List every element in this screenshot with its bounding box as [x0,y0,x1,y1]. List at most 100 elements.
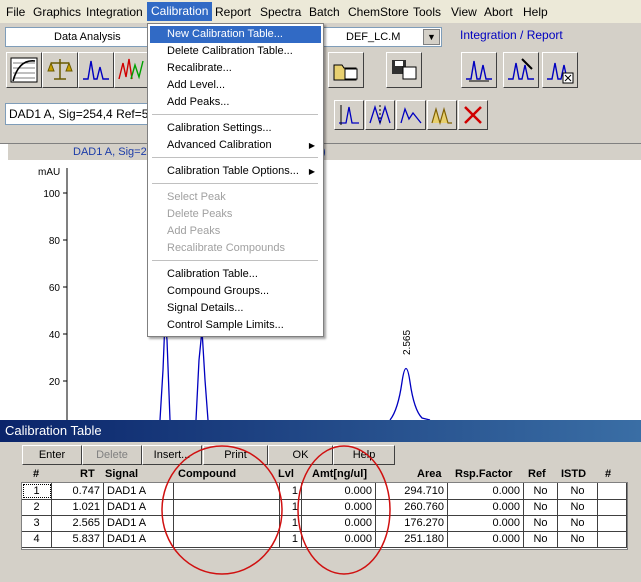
view-combo[interactable]: Data Analysis [5,27,157,47]
menu-separator [152,114,318,116]
chromatogram-svg: 20 40 60 80 100 mAU 2.565 [38,167,431,421]
save-icon [392,60,417,80]
view-combo-value: Data Analysis [54,31,121,43]
load-method-button[interactable] [328,52,364,88]
menu-item-label: Delete Calibration Table... [167,45,293,57]
annotation-overlay [161,445,391,575]
menu-select-peak: Select Peak [150,189,321,206]
menu-item-label: Signal Details... [167,302,244,314]
menu-file[interactable]: File [2,4,29,20]
chromatogram-plot[interactable]: 20 40 60 80 100 mAU 2.565 [10,160,641,421]
delete-integration-button[interactable] [542,52,578,88]
y-axis-unit: mAU [38,167,60,178]
open-folder-icon [333,64,358,81]
menu-calibration-settings[interactable]: Calibration Settings... [150,120,321,137]
menu-bar: File Graphics Integration Calibration Re… [0,0,641,24]
spectra-icon [118,58,144,80]
menu-delete-calibration-table[interactable]: Delete Calibration Table... [150,43,321,60]
spectra-button[interactable] [114,52,150,88]
menu-calibration-table[interactable]: Calibration Table... [150,266,321,283]
area-sum-icon [431,106,452,126]
menu-signal-details[interactable]: Signal Details... [150,300,321,317]
balance-icon [47,59,73,80]
y-tick-label: 60 [49,283,61,294]
calibration-table-title: Calibration Table [0,420,641,442]
y-ticks: 20 40 60 80 100 [43,189,67,388]
peak-baseline-icon [339,105,359,125]
menu-graphics[interactable]: Graphics [29,4,85,20]
menu-control-sample-limits[interactable]: Control Sample Limits... [150,317,321,334]
signal-selector[interactable]: DAD1 A, Sig=254,4 Ref=550 [5,103,158,125]
integration-report-link[interactable]: Integration / Report [460,28,563,42]
auto-integrate-icon [508,58,534,80]
menu-delete-peaks: Delete Peaks [150,206,321,223]
menu-separator [152,157,318,159]
menu-separator [152,183,318,185]
integration-event-button-3[interactable] [396,100,426,130]
method-combo-value: DEF_LC.M [346,31,401,43]
method-combo[interactable]: DEF_LC.M ▼ [323,27,442,47]
y-tick-label: 80 [49,236,61,247]
integration-event-button-1[interactable] [334,100,364,130]
menu-item-label: New Calibration Table... [167,28,283,40]
annotation-circle-compound [161,445,283,575]
peak-trace-3 [389,367,431,421]
menu-integration[interactable]: Integration [82,4,147,20]
tangent-skim-icon [400,106,422,124]
menu-calibration-table-options[interactable]: Calibration Table Options... ▶ [150,163,321,180]
menu-item-label: Delete Peaks [167,208,233,220]
menu-separator [152,260,318,262]
menu-abort[interactable]: Abort [480,4,517,20]
menu-add-peaks-disabled: Add Peaks [150,223,321,240]
table-curve-icon [10,57,38,83]
menu-item-label: Advanced Calibration [167,139,272,151]
auto-integrate-button[interactable] [503,52,539,88]
calibration-view-button[interactable] [6,52,42,88]
menu-view[interactable]: View [447,4,481,20]
menu-item-label: Calibration Settings... [167,122,272,134]
menu-new-calibration-table[interactable]: New Calibration Table... [150,26,321,43]
integrate-icon [466,60,492,82]
menu-report[interactable]: Report [211,4,255,20]
delete-peak-button[interactable] [458,100,488,130]
delete-peak-icon [464,106,482,124]
menu-advanced-calibration[interactable]: Advanced Calibration ▶ [150,137,321,154]
menu-item-label: Add Peaks [167,225,221,237]
submenu-arrow-icon: ▶ [308,141,315,150]
menu-item-label: Recalibrate Compounds [167,242,286,254]
calibration-menu: New Calibration Table... Delete Calibrat… [147,23,324,337]
menu-item-label: Calibration Table... [167,268,258,280]
menu-help[interactable]: Help [519,4,552,20]
menu-add-peaks[interactable]: Add Peaks... [150,94,321,111]
balance-button[interactable] [42,52,78,88]
menu-recalibrate[interactable]: Recalibrate... [150,60,321,77]
integrate-button[interactable] [461,52,497,88]
integration-event-button-2[interactable] [365,100,395,130]
chromatogram-signal-label: DAD1 A, Sig=25 [73,146,153,158]
menu-item-label: Control Sample Limits... [167,319,284,331]
menu-calibration[interactable]: Calibration [147,2,213,21]
menu-batch[interactable]: Batch [305,4,344,20]
menu-compound-groups[interactable]: Compound Groups... [150,283,321,300]
chromatogram-icon [83,60,109,80]
menu-item-label: Select Peak [167,191,226,203]
chromatogram-button[interactable] [78,52,114,88]
y-tick-label: 100 [43,189,60,200]
menu-item-label: Recalibrate... [167,62,232,74]
delete-integration-icon [547,62,574,84]
menu-item-label: Add Level... [167,79,226,91]
chromatogram-title-bar: DAD1 A, Sig=25 ) [8,144,641,160]
menu-tools[interactable]: Tools [409,4,445,20]
chevron-down-icon[interactable]: ▼ [423,29,440,45]
menu-spectra[interactable]: Spectra [256,4,305,20]
save-method-button[interactable] [386,52,422,88]
menu-add-level[interactable]: Add Level... [150,77,321,94]
menu-chemstore[interactable]: ChemStore [344,4,413,20]
split-peak-icon [369,104,391,126]
integration-event-button-4[interactable] [427,100,457,130]
y-tick-label: 40 [49,330,61,341]
menu-item-label: Calibration Table Options... [167,165,299,177]
menu-item-label: Compound Groups... [167,285,270,297]
annotation-circle-amount [297,445,391,575]
y-tick-label: 20 [49,377,61,388]
